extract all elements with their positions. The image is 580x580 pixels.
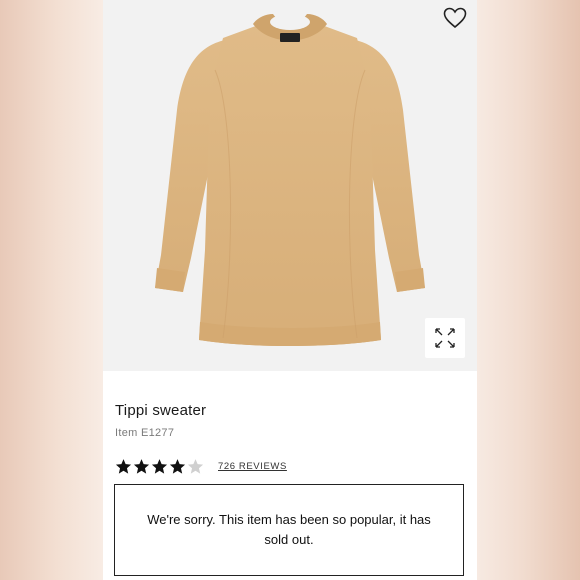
sold-out-message: We're sorry. This item has been so popul… (147, 512, 431, 547)
expand-arrows-icon (435, 328, 455, 348)
star-half-icon (187, 458, 204, 474)
rating-row: 726 REVIEWS (115, 457, 287, 475)
star-filled-icon (133, 458, 150, 474)
product-image[interactable] (103, 0, 477, 371)
product-card: Tippi sweater Item E1277 726 REVIEWS We'… (103, 0, 477, 580)
favorite-button[interactable] (441, 5, 469, 31)
star-filled-icon (115, 458, 132, 474)
star-filled-icon (151, 458, 168, 474)
reviews-link[interactable]: 726 REVIEWS (218, 461, 287, 472)
blurred-backdrop-right (477, 0, 580, 580)
product-title: Tippi sweater (115, 402, 207, 419)
sweater-illustration (155, 14, 425, 346)
blurred-backdrop-left (0, 0, 103, 580)
item-number: Item E1277 (115, 427, 175, 439)
expand-image-button[interactable] (425, 318, 465, 358)
heart-outline-icon (443, 7, 467, 29)
sold-out-notice: We're sorry. This item has been so popul… (114, 484, 464, 576)
star-rating[interactable] (115, 458, 204, 475)
star-filled-icon (169, 458, 186, 474)
